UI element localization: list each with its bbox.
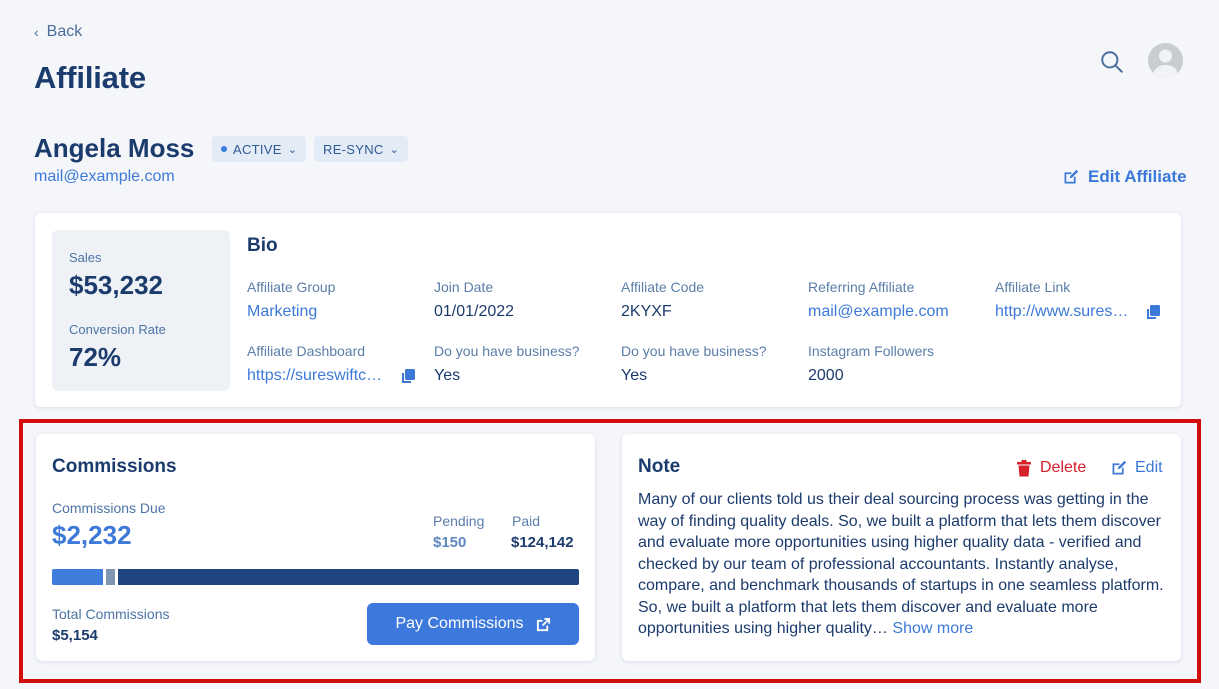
total-commissions-value: $5,154 — [52, 627, 98, 644]
delete-note-button[interactable]: Delete — [1017, 459, 1086, 477]
field-label: Affiliate Code — [621, 279, 705, 295]
pending-value: $150 — [433, 534, 467, 551]
stats-box: Sales $53,232 Conversion Rate 72% — [52, 230, 230, 391]
avatar[interactable] — [1148, 43, 1183, 78]
external-link-icon — [536, 617, 550, 631]
field-label: Affiliate Group — [247, 279, 336, 295]
edit-icon — [1112, 460, 1127, 474]
affiliate-link-value[interactable]: http://www.sures… — [995, 303, 1128, 321]
sales-value: $53,232 — [69, 270, 163, 300]
field-label: Join Date — [434, 279, 494, 295]
status-badge[interactable]: ACTIVE ⌄ — [212, 136, 307, 162]
total-commissions-label: Total Commissions — [52, 606, 170, 622]
commissions-due-value: $2,232 — [52, 520, 132, 550]
affiliate-dashboard-value[interactable]: https://sureswiftc… — [247, 367, 382, 385]
paid-value: $124,142 — [511, 534, 574, 551]
chevron-down-icon: ⌄ — [287, 143, 298, 156]
affiliate-email[interactable]: mail@example.com — [34, 168, 175, 186]
copy-icon[interactable] — [1145, 304, 1161, 321]
edit-icon — [1064, 169, 1079, 183]
conversion-label: Conversion Rate — [69, 322, 166, 337]
affiliate-code-value: 2KYXF — [621, 303, 672, 320]
affiliate-name: Angela Moss — [34, 133, 195, 163]
referring-affiliate-value[interactable]: mail@example.com — [808, 303, 949, 321]
business-value: Yes — [621, 367, 648, 384]
edit-label: Edit — [1135, 459, 1163, 476]
edit-affiliate-label: Edit Affiliate — [1088, 167, 1187, 186]
status-label: ACTIVE — [233, 141, 282, 157]
status-dot-icon — [221, 146, 227, 152]
note-title: Note — [638, 456, 681, 477]
conversion-value: 72% — [69, 342, 122, 372]
pay-commissions-button[interactable]: Pay Commissions — [367, 603, 579, 645]
field-label: Affiliate Dashboard — [247, 343, 366, 359]
commissions-progress-bar — [52, 569, 579, 585]
back-link[interactable]: ‹ Back — [34, 23, 82, 41]
copy-icon[interactable] — [400, 368, 416, 385]
pending-label: Pending — [433, 513, 485, 529]
user-avatar-icon — [1153, 49, 1178, 78]
progress-segment-due — [52, 569, 103, 585]
field-label: Affiliate Link — [995, 279, 1071, 295]
edit-note-button[interactable]: Edit — [1110, 459, 1163, 477]
trash-icon — [1017, 459, 1031, 476]
field-label: Instagram Followers — [808, 343, 935, 359]
bio-title: Bio — [247, 235, 278, 256]
note-body: Many of our clients told us their deal s… — [638, 489, 1169, 640]
progress-segment-pending — [106, 569, 115, 585]
field-label: Do you have business? — [434, 343, 580, 359]
search-icon[interactable] — [1099, 49, 1125, 75]
page-title: Affiliate — [34, 60, 146, 95]
back-label: Back — [46, 23, 83, 40]
join-date-value: 01/01/2022 — [434, 303, 515, 320]
affiliate-group-value[interactable]: Marketing — [247, 303, 317, 321]
sales-label: Sales — [69, 250, 102, 265]
field-label: Do you have business? — [621, 343, 767, 359]
commissions-title: Commissions — [52, 456, 177, 477]
paid-label: Paid — [512, 513, 541, 529]
resync-label: RE-SYNC — [323, 141, 384, 157]
edit-affiliate-button[interactable]: Edit Affiliate — [1062, 167, 1187, 187]
show-more-link[interactable]: Show more — [892, 620, 973, 637]
business-value: Yes — [434, 367, 461, 384]
chevron-left-icon: ‹ — [34, 24, 39, 40]
pay-commissions-label: Pay Commissions — [395, 615, 524, 632]
note-text: Many of our clients told us their deal s… — [638, 491, 1164, 637]
delete-label: Delete — [1040, 459, 1087, 476]
field-label: Referring Affiliate — [808, 279, 915, 295]
resync-badge[interactable]: RE-SYNC ⌄ — [314, 136, 409, 162]
instagram-followers-value: 2000 — [808, 367, 844, 384]
chevron-down-icon: ⌄ — [389, 143, 400, 156]
commissions-due-label: Commissions Due — [52, 500, 166, 516]
progress-segment-paid — [118, 569, 579, 585]
